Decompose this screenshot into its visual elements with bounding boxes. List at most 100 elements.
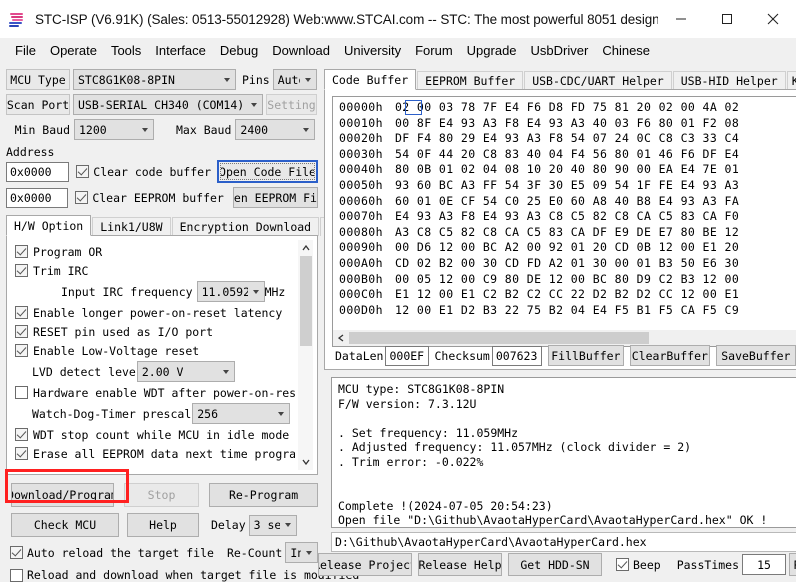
beep-checkbox[interactable]: Beep xyxy=(616,558,661,572)
clear-eeprom-buffer-checkbox[interactable]: Clear EEPROM buffer xyxy=(75,191,224,205)
hex-address: 000B0h xyxy=(339,272,383,288)
tab-encryption-download[interactable]: Encryption Download xyxy=(172,217,320,236)
hex-row[interactable]: 00090h00 D6 12 00 BC A2 00 92 01 20 CD 0… xyxy=(339,240,796,256)
hex-row[interactable]: 00030h54 0F 44 20 C8 83 40 04 F4 56 80 0… xyxy=(339,147,796,163)
minimize-icon[interactable] xyxy=(658,0,704,38)
menu-item-operate[interactable]: Operate xyxy=(43,41,104,60)
checksum-label: Checksum xyxy=(434,349,489,363)
get-hdd-sn-button[interactable]: Get HDD-SN xyxy=(508,553,602,576)
hex-row[interactable]: 000C0hE1 12 00 E1 C2 B2 C2 CC 22 D2 B2 D… xyxy=(339,287,796,303)
tab-link1-u8w[interactable]: Link1/U8W xyxy=(92,217,170,236)
release-project-button[interactable]: Release Project xyxy=(318,553,412,576)
irc-frequency-select[interactable]: 11.0592 xyxy=(197,281,265,302)
hex-row[interactable]: 00070hE4 93 A3 F8 E4 93 A3 C8 C5 82 C8 C… xyxy=(339,209,796,225)
hex-row[interactable]: 00080hA3 C8 C5 82 C8 CA C5 83 CA DF E9 D… xyxy=(339,225,796,241)
option-wdt-stop-idle[interactable]: WDT stop count while MCU in idle mode xyxy=(15,425,295,444)
wdt-prescaler-select[interactable]: 256 xyxy=(192,403,290,424)
open-eeprom-file-button[interactable]: Open EEPROM File xyxy=(233,187,318,208)
menu-item-university[interactable]: University xyxy=(337,41,408,60)
re-program-button[interactable]: Re-Program xyxy=(209,483,318,507)
hex-row[interactable]: 00040h80 0B 01 02 04 08 10 20 40 80 90 0… xyxy=(339,162,796,178)
hex-bytes: 60 01 0E CF 54 C0 25 E0 60 A8 40 B8 E4 9… xyxy=(395,194,739,210)
tab-keil-icon[interactable]: Keil IC xyxy=(787,71,796,90)
menu-item-file[interactable]: File xyxy=(8,41,43,60)
tab-eeprom-buffer[interactable]: EEPROM Buffer xyxy=(417,71,523,90)
scroll-left-icon[interactable] xyxy=(333,330,349,346)
hex-row[interactable]: 00020hDF F4 80 29 E4 93 A3 F8 54 07 24 0… xyxy=(339,131,796,147)
reload-download-checkbox[interactable]: Reload and download when target file is … xyxy=(10,568,359,582)
log-output-box[interactable]: MCU type: STC8G1K08-8PIN F/W version: 7.… xyxy=(331,377,796,528)
reset-button[interactable]: Reset xyxy=(789,553,796,576)
option-label: Input IRC frequency xyxy=(61,285,193,299)
close-icon[interactable] xyxy=(750,0,796,38)
option-wdt-prescaler: Watch-Dog-Timer prescal 256 xyxy=(15,402,295,425)
hex-row[interactable]: 00050h93 60 BC A3 FF 54 3F 30 E5 09 54 1… xyxy=(339,178,796,194)
hex-view[interactable]: 00000h02 00 03 78 7F E4 F6 D8 FD 75 81 2… xyxy=(332,96,796,347)
app-icon xyxy=(9,11,26,28)
hex-horizontal-scrollbar[interactable] xyxy=(333,330,796,346)
option-reset-pin-io[interactable]: RESET pin used as I/O port xyxy=(15,322,295,341)
hex-bytes: 80 0B 01 02 04 08 10 20 40 80 90 00 EA E… xyxy=(395,162,739,178)
tab-hw-option[interactable]: H/W Option xyxy=(6,215,91,236)
reload-download-row: Reload and download when target file is … xyxy=(6,568,318,582)
check-mcu-button[interactable]: Check MCU xyxy=(11,513,119,537)
hex-row[interactable]: 000A0hCD 02 B2 00 30 CD FD A2 01 30 00 0… xyxy=(339,256,796,272)
irc-frequency-value: 11.0592 xyxy=(202,285,248,299)
pins-select[interactable]: Auto xyxy=(273,69,317,90)
menu-item-debug[interactable]: Debug xyxy=(213,41,265,60)
menu-item-upgrade[interactable]: Upgrade xyxy=(460,41,524,60)
clear-code-buffer-checkbox[interactable]: Clear code buffer xyxy=(76,165,211,179)
menu-item-usbdriver[interactable]: UsbDriver xyxy=(524,41,596,60)
help-button[interactable]: Help xyxy=(127,513,199,537)
code-address-input[interactable]: 0x0000 xyxy=(6,162,69,182)
option-low-voltage-reset[interactable]: Enable Low-Voltage reset xyxy=(15,341,295,360)
eeprom-buffer-row: 0x0000 Clear EEPROM buffer Open EEPROM F… xyxy=(6,187,318,208)
recount-select[interactable]: Infinite xyxy=(285,542,318,563)
open-code-file-button[interactable]: Open Code File xyxy=(220,163,315,180)
hex-row[interactable]: 00010h00 8F E4 93 A3 F8 E4 93 A3 40 03 F… xyxy=(339,116,796,132)
auto-reload-checkbox[interactable]: Auto reload the target file xyxy=(10,546,214,560)
file-path-field[interactable]: D:\Github\AvaotaHyperCard\AvaotaHyperCar… xyxy=(331,532,796,552)
option-hardware-wdt[interactable]: Hardware enable WDT after power-on-reset xyxy=(15,383,295,402)
tab-usb-cdc-uart-helper[interactable]: USB-CDC/UART Helper xyxy=(524,71,672,90)
scan-port-button[interactable]: Scan Port xyxy=(6,94,70,115)
hex-row[interactable]: 00060h60 01 0E CF 54 C0 25 E0 60 A8 40 B… xyxy=(339,194,796,210)
min-baud-select[interactable]: 1200 xyxy=(74,119,154,140)
hex-row[interactable]: 000D0h12 00 E1 D2 B3 22 75 B2 04 E4 F5 B… xyxy=(339,303,796,319)
option-list-scrollbar[interactable] xyxy=(298,240,313,470)
option-power-on-reset-latency[interactable]: Enable longer power-on-reset latency xyxy=(15,303,295,322)
fill-buffer-button[interactable]: FillBuffer xyxy=(548,345,624,366)
max-baud-select[interactable]: 2400 xyxy=(235,119,315,140)
option-input-irc-frequency: Input IRC frequency 11.0592 MHz xyxy=(15,280,295,303)
scroll-up-icon[interactable] xyxy=(298,240,314,256)
menu-item-download[interactable]: Download xyxy=(265,41,337,60)
scrollbar-thumb[interactable] xyxy=(300,256,312,346)
hex-bytes: 12 00 E1 D2 B3 22 75 B2 04 E4 F5 B1 F5 C… xyxy=(395,303,739,319)
eeprom-address-input[interactable]: 0x0000 xyxy=(6,188,68,208)
menu-item-interface[interactable]: Interface xyxy=(148,41,213,60)
option-trim-irc[interactable]: Trim IRC xyxy=(15,261,295,280)
menu-item-chinese[interactable]: Chinese xyxy=(595,41,657,60)
hex-bytes: 00 D6 12 00 BC A2 00 92 01 20 CD 0B 12 0… xyxy=(395,240,739,256)
clear-buffer-button[interactable]: ClearBuffer xyxy=(630,345,710,366)
scan-port-select[interactable]: USB-SERIAL CH340 (COM14) xyxy=(73,94,263,115)
tab-code-buffer[interactable]: Code Buffer xyxy=(324,69,416,90)
menu-item-forum[interactable]: Forum xyxy=(408,41,460,60)
release-help-button[interactable]: Release Help xyxy=(418,553,502,576)
scroll-down-icon[interactable] xyxy=(298,454,314,470)
mcu-type-select[interactable]: STC8G1K08-8PIN xyxy=(73,69,236,90)
option-erase-eeprom[interactable]: Erase all EEPROM data next time program … xyxy=(15,444,295,463)
maximize-icon[interactable] xyxy=(704,0,750,38)
buffer-info-row: DataLen 000EF Checksum 007623 FillBuffer… xyxy=(335,345,796,366)
scrollbar-thumb[interactable] xyxy=(349,332,649,344)
delay-select[interactable]: 3 sec xyxy=(249,515,297,536)
menu-item-tools[interactable]: Tools xyxy=(104,41,148,60)
tab-usb-hid-helper[interactable]: USB-HID Helper xyxy=(673,71,786,90)
lvd-level-select[interactable]: 2.00 V xyxy=(137,361,235,382)
passtimes-value: 15 xyxy=(742,554,786,575)
option-program-or[interactable]: Program OR xyxy=(15,242,295,261)
option-label: RESET pin used as I/O port xyxy=(33,325,213,339)
download-program-button[interactable]: Download/Program xyxy=(11,483,114,507)
hex-row[interactable]: 000B0h00 05 12 00 C9 80 DE 12 00 BC 80 D… xyxy=(339,272,796,288)
save-buffer-button[interactable]: SaveBuffer xyxy=(716,345,796,366)
